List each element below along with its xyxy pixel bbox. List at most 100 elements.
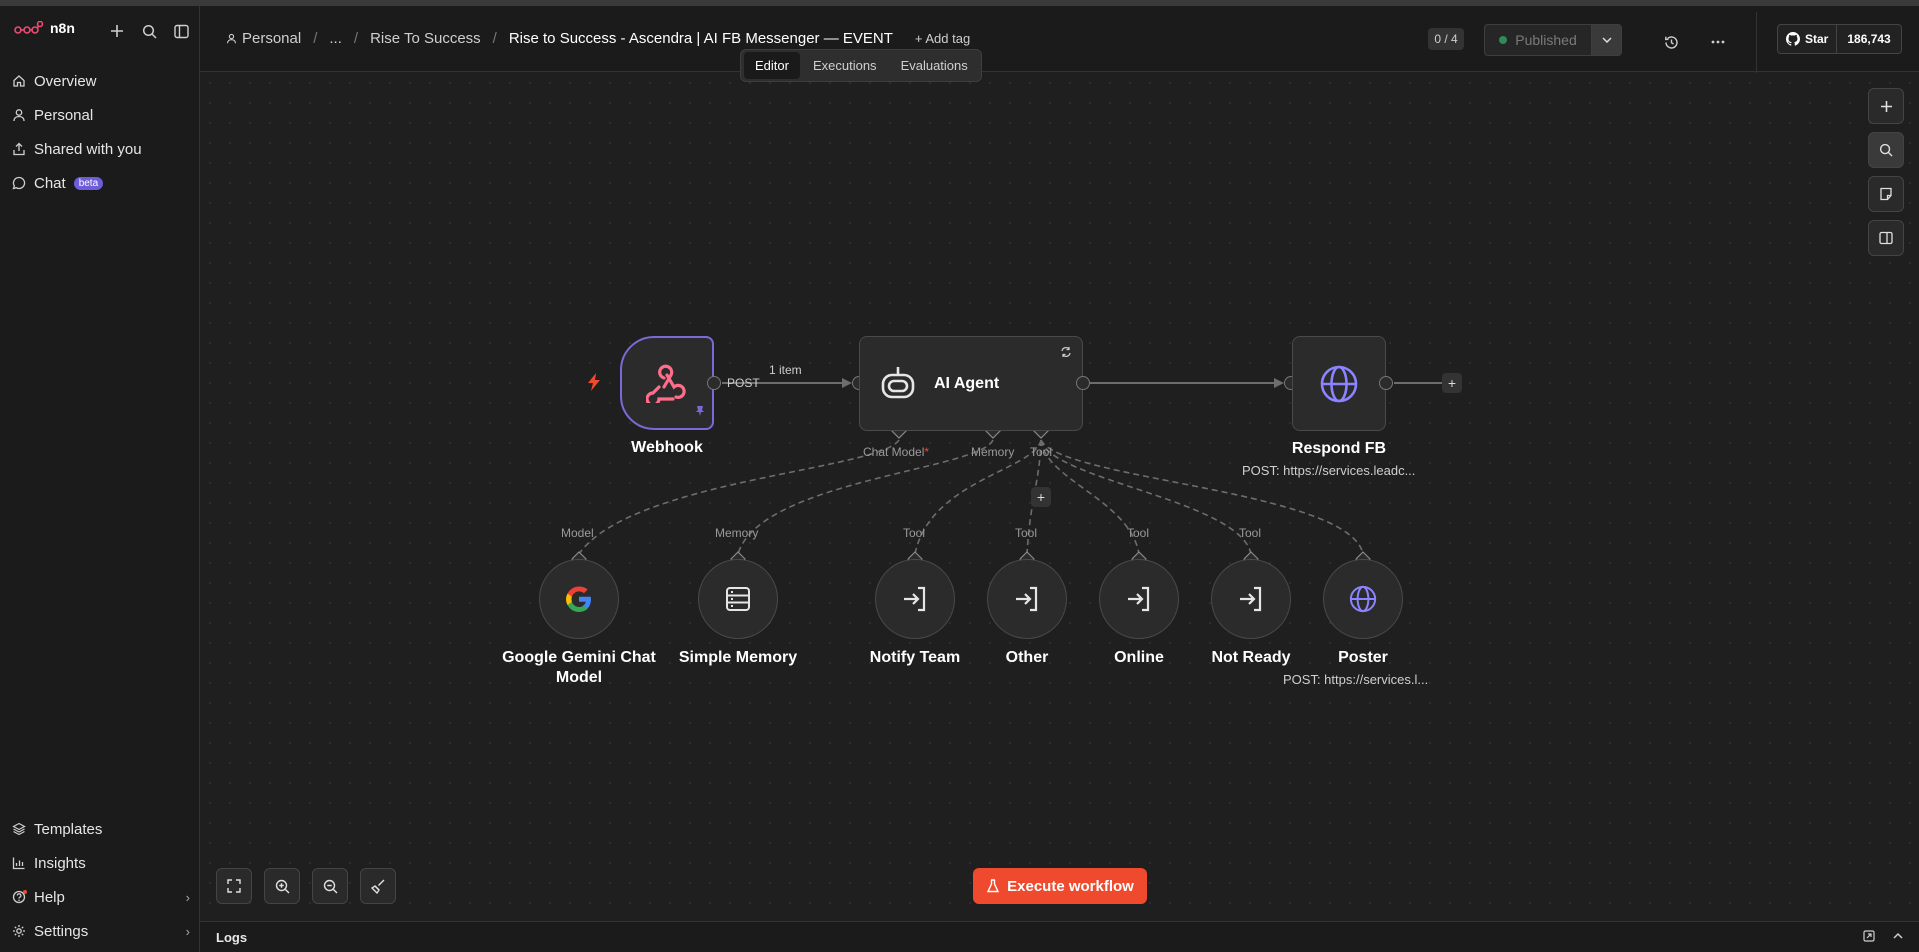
simple-memory-node[interactable] [698, 559, 778, 639]
search-icon[interactable] [139, 21, 159, 41]
sidebar-item-shared[interactable]: Shared with you [12, 132, 190, 166]
simple-memory-label: Simple Memory [678, 649, 798, 666]
github-star-button[interactable]: Star 186,743 [1777, 24, 1902, 54]
pop-out-icon[interactable] [1863, 930, 1875, 945]
not-ready-label: Not Ready [1211, 649, 1291, 666]
zoom-out-button[interactable] [312, 868, 348, 904]
sidebar-item-label: Help [34, 888, 65, 906]
github-star-label: Star [1805, 32, 1829, 46]
tool-connection-label: Tool [903, 526, 926, 540]
add-tool-button[interactable]: + [1031, 487, 1051, 507]
gemini-chat-model-node[interactable] [539, 559, 619, 639]
model-connection-label: Model [561, 526, 594, 540]
respond-output-port[interactable] [1379, 376, 1393, 390]
agent-output-port[interactable] [1076, 376, 1090, 390]
memory-connection-label: Memory [715, 526, 759, 540]
trigger-bolt-icon [587, 373, 601, 396]
logs-bar[interactable]: Logs [200, 921, 1919, 952]
chevron-down-icon[interactable] [1591, 25, 1621, 55]
webhook-output-port[interactable] [707, 376, 721, 390]
sidebar-item-overview[interactable]: Overview [12, 64, 190, 98]
sign-in-arrow-icon [1016, 586, 1038, 612]
sign-in-arrow-icon [1128, 586, 1150, 612]
tool-connection-label: Tool [1015, 526, 1038, 540]
plus-icon [1880, 100, 1892, 112]
more-options-icon[interactable] [1708, 32, 1728, 52]
collapse-sidebar-icon[interactable] [171, 21, 191, 41]
sticky-note-button[interactable] [1868, 176, 1904, 212]
flask-icon [987, 879, 1000, 893]
execute-workflow-button[interactable]: Execute workflow [973, 868, 1147, 904]
tool-connection-label: Tool [1127, 526, 1150, 540]
user-icon [226, 33, 237, 44]
add-node-button[interactable]: + [1442, 373, 1462, 393]
breadcrumb-folder[interactable]: Rise To Success [370, 30, 481, 47]
sidebar-item-insights[interactable]: Insights [12, 846, 190, 880]
webhook-node[interactable] [620, 336, 714, 430]
not-ready-node[interactable] [1211, 559, 1291, 639]
respond-fb-node[interactable] [1292, 336, 1386, 431]
sidebar-item-help[interactable]: Help › [12, 880, 190, 914]
chevron-right-icon: › [185, 923, 190, 939]
breadcrumb-separator: / [313, 30, 318, 47]
poster-node[interactable] [1323, 559, 1403, 639]
search-nodes-button[interactable] [1868, 132, 1904, 168]
sidebar-item-label: Templates [34, 820, 103, 838]
tidy-up-button[interactable] [360, 868, 396, 904]
items-count-label: 1 item [769, 363, 802, 377]
respond-fb-url: POST: https://services.leadc... [1242, 463, 1416, 478]
ai-agent-node[interactable]: AI Agent [859, 336, 1083, 431]
breadcrumb-ellipsis[interactable]: ... [329, 30, 342, 47]
sidebar-item-templates[interactable]: Templates [12, 812, 190, 846]
sign-in-arrow-icon [904, 586, 926, 612]
sidebar-item-personal[interactable]: Personal [12, 98, 190, 132]
add-tag-button[interactable]: + Add tag [915, 31, 970, 46]
chat-icon [12, 176, 34, 190]
chevron-right-icon: › [185, 889, 190, 905]
chevron-up-icon[interactable] [1893, 930, 1903, 944]
fit-view-button[interactable] [216, 868, 252, 904]
tab-evaluations[interactable]: Evaluations [890, 52, 979, 79]
n8n-logo-icon [14, 21, 44, 34]
webhook-label: Webhook [631, 439, 703, 456]
workflow-title[interactable]: Rise to Success - Ascendra | AI FB Messe… [509, 30, 893, 47]
publish-control: Published [1484, 24, 1622, 56]
tab-editor[interactable]: Editor [744, 52, 800, 79]
workflow-canvas[interactable] [200, 73, 1919, 921]
home-icon [12, 74, 34, 88]
sign-in-arrow-icon [1240, 586, 1262, 612]
github-star-count[interactable]: 186,743 [1837, 25, 1900, 53]
history-icon[interactable] [1661, 32, 1681, 52]
sidebar-item-label: Shared with you [34, 140, 142, 158]
poster-url: POST: https://services.l... [1283, 672, 1429, 687]
status-dot [1499, 36, 1508, 44]
online-label: Online [1114, 649, 1164, 666]
chart-icon [12, 856, 34, 870]
breadcrumb-personal[interactable]: Personal [242, 30, 301, 47]
gear-icon [12, 924, 34, 938]
header: Personal / ... / Rise To Success / Rise … [200, 6, 1919, 78]
logo[interactable]: n8n [14, 20, 75, 36]
notify-team-label: Notify Team [869, 649, 961, 666]
zoom-in-button[interactable] [264, 868, 300, 904]
add-node-panel-button[interactable] [1868, 88, 1904, 124]
sidebar-item-settings[interactable]: Settings › [12, 914, 190, 948]
sidebar-item-chat[interactable]: Chat beta [12, 166, 190, 200]
sidebar-item-label: Insights [34, 854, 86, 872]
loop-icon [1060, 345, 1072, 363]
sidebar-item-label: Personal [34, 106, 94, 124]
sidebar-item-label: Settings [34, 922, 89, 940]
github-star[interactable]: Star [1778, 25, 1838, 53]
other-label: Other [1005, 649, 1049, 666]
plus-icon[interactable] [107, 21, 127, 41]
sticky-note-icon [1880, 187, 1892, 201]
panel-icon [1879, 231, 1893, 245]
notify-team-node[interactable] [875, 559, 955, 639]
google-icon [566, 586, 591, 612]
online-node[interactable] [1099, 559, 1179, 639]
tab-executions[interactable]: Executions [802, 52, 888, 79]
chat-model-input-label: Chat Model* [863, 445, 930, 459]
published-button[interactable]: Published [1485, 25, 1591, 55]
toggle-panel-button[interactable] [1868, 220, 1904, 256]
other-node[interactable] [987, 559, 1067, 639]
